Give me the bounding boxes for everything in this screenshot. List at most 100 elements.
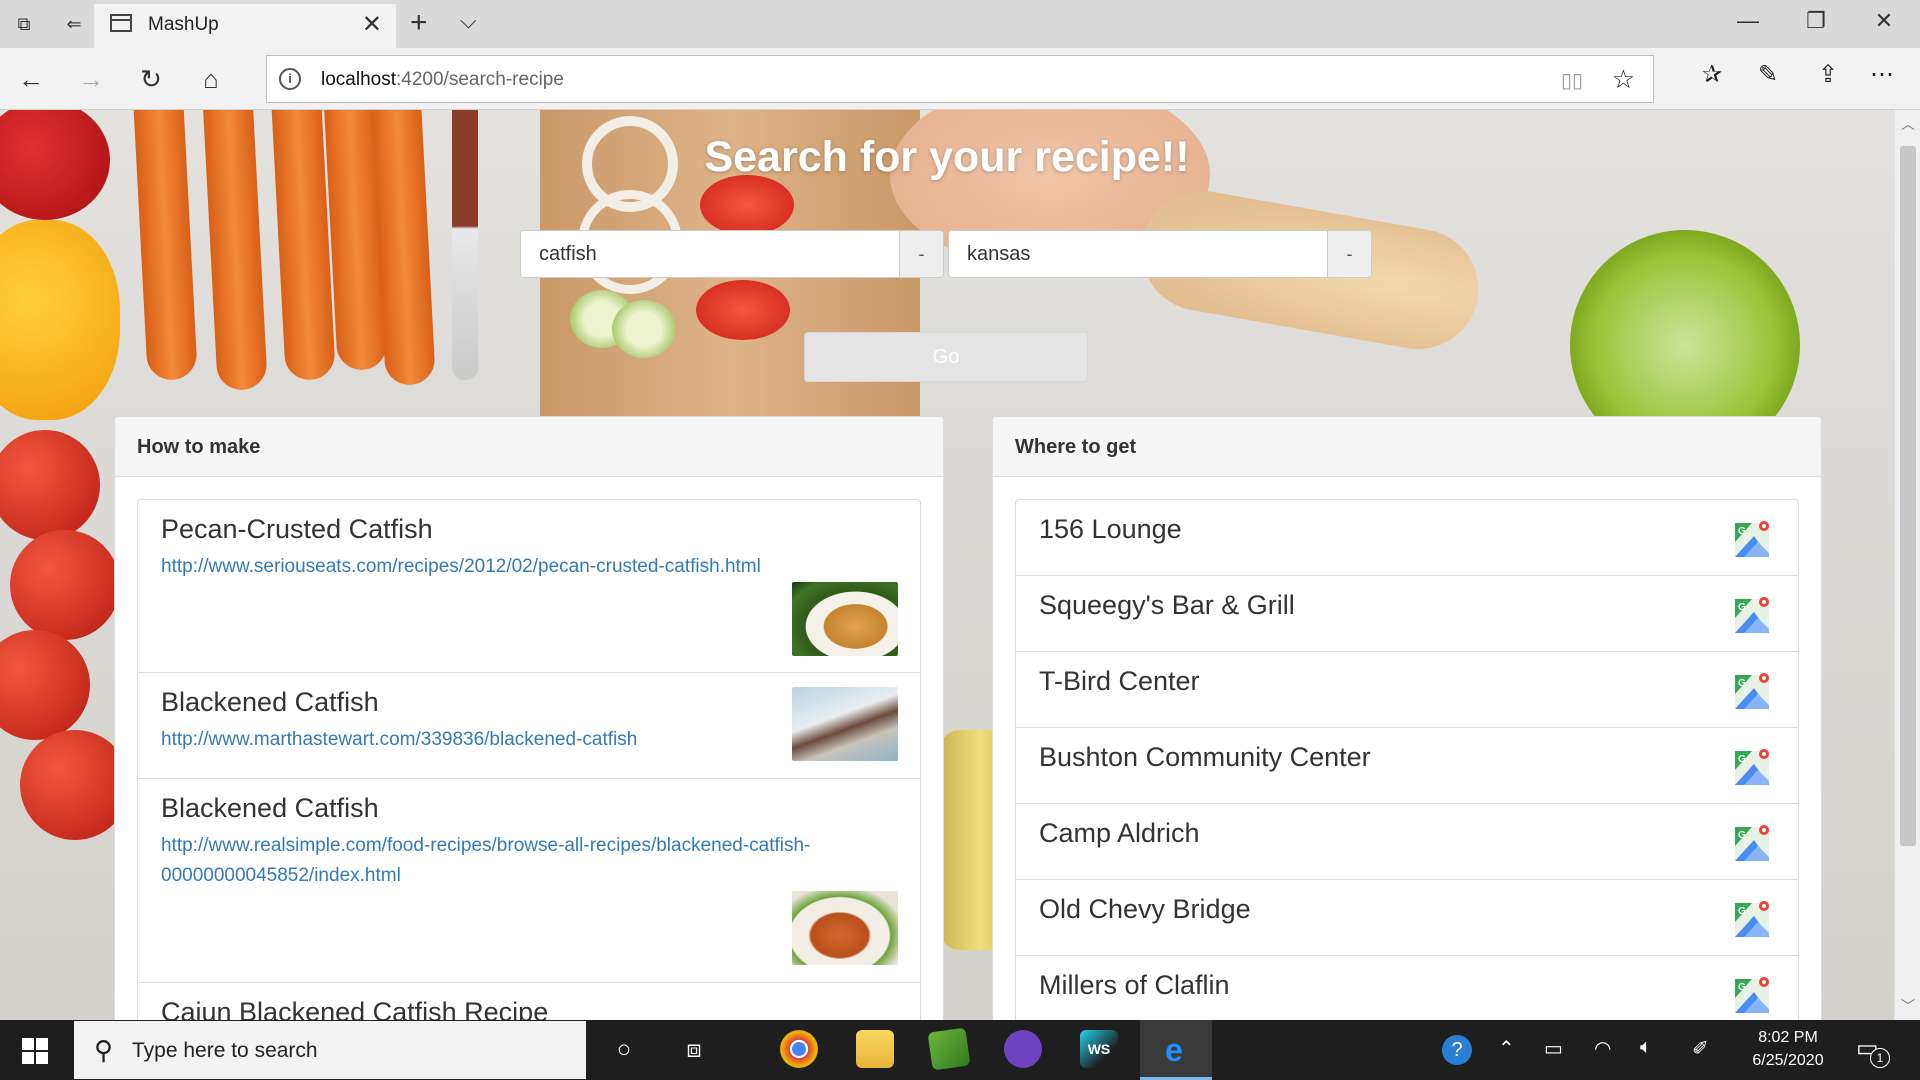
recipe-title: Blackened Catfish bbox=[161, 793, 379, 823]
chrome-icon[interactable] bbox=[780, 1030, 818, 1068]
browser-tab-mashup[interactable]: MashUp ✕ bbox=[94, 4, 396, 48]
taskbar-search-box[interactable]: ⚲ Type here to search bbox=[74, 1021, 586, 1079]
more-menu-icon[interactable]: ⋯ bbox=[1862, 60, 1902, 89]
notepad-plus-icon[interactable] bbox=[927, 1027, 971, 1071]
place-list: 156 Lounge G Squeegy's Bar & Grill G T-B… bbox=[1015, 499, 1799, 1020]
restore-button[interactable]: ❐ bbox=[1796, 8, 1836, 34]
address-bar[interactable]: i localhost:4200/search-recipe ▯▯ ☆ bbox=[266, 55, 1654, 103]
background-photo-tomato bbox=[0, 430, 100, 540]
action-center-icon[interactable]: ▭ 1 bbox=[1856, 1034, 1890, 1068]
show-hidden-icons-chevron[interactable]: ⌃ bbox=[1498, 1036, 1515, 1061]
place-name: Millers of Claflin bbox=[1039, 970, 1230, 1000]
svg-text:G: G bbox=[1738, 526, 1746, 537]
windows-start-icon[interactable] bbox=[22, 1038, 48, 1064]
recipe-item: Pecan-Crusted Catfish http://www.serious… bbox=[137, 499, 921, 673]
location-clear-button[interactable]: - bbox=[1328, 230, 1372, 278]
scrollbar-thumb[interactable] bbox=[1900, 146, 1916, 846]
google-maps-icon[interactable]: G bbox=[1734, 976, 1772, 1014]
google-maps-icon[interactable]: G bbox=[1734, 596, 1772, 634]
set-aside-tabs-icon[interactable]: ⇐ bbox=[60, 10, 88, 38]
site-info-icon[interactable]: i bbox=[279, 68, 301, 90]
background-photo-tomato bbox=[0, 630, 90, 740]
close-tab-icon[interactable]: ✕ bbox=[362, 10, 382, 39]
svg-text:G: G bbox=[1738, 830, 1746, 841]
favorites-icon[interactable]: ✰ bbox=[1692, 60, 1732, 89]
google-maps-icon[interactable]: G bbox=[1734, 672, 1772, 710]
svg-text:G: G bbox=[1738, 754, 1746, 765]
scroll-down-icon[interactable]: ﹀ bbox=[1895, 996, 1920, 1016]
browser-toolbar: ← → ↻ ⌂ i localhost:4200/search-recipe ▯… bbox=[0, 48, 1920, 110]
recipe-search-input[interactable] bbox=[520, 230, 900, 278]
recipe-clear-button[interactable]: - bbox=[900, 230, 944, 278]
home-button[interactable]: ⌂ bbox=[194, 62, 228, 96]
svg-text:G: G bbox=[1738, 982, 1746, 993]
recipe-item: Blackened Catfish http://www.marthastewa… bbox=[137, 672, 921, 779]
windows-taskbar: ⚲ Type here to search ○ ⧈ WS e ? ⌃ ▭ ◠ 🔈… bbox=[0, 1020, 1920, 1080]
recipe-list: Pecan-Crusted Catfish http://www.serious… bbox=[137, 499, 921, 1020]
file-explorer-icon[interactable] bbox=[856, 1030, 894, 1068]
url-text[interactable]: localhost:4200/search-recipe bbox=[321, 69, 564, 91]
battery-icon[interactable]: ▭ bbox=[1544, 1036, 1563, 1061]
add-favorite-star-icon[interactable]: ☆ bbox=[1612, 64, 1635, 95]
recipe-link[interactable]: http://www.realsimple.com/food-recipes/b… bbox=[161, 831, 881, 891]
forward-button[interactable]: → bbox=[74, 62, 108, 96]
recipe-item: Cajun Blackened Catfish Recipe bbox=[137, 982, 921, 1020]
google-maps-icon[interactable]: G bbox=[1734, 520, 1772, 558]
location-search-input[interactable] bbox=[948, 230, 1328, 278]
page-scrollbar[interactable]: ︿ ﹀ bbox=[1894, 110, 1920, 1020]
page-icon bbox=[110, 14, 132, 32]
taskbar-clock[interactable]: 8:02 PM 6/25/2020 bbox=[1740, 1026, 1836, 1072]
refresh-button[interactable]: ↻ bbox=[134, 62, 168, 96]
cortana-icon[interactable]: ○ bbox=[606, 1032, 642, 1068]
go-button[interactable]: Go bbox=[804, 332, 1088, 382]
recipe-title: Blackened Catfish bbox=[161, 687, 379, 717]
recipe-thumbnail bbox=[792, 582, 898, 656]
svg-text:G: G bbox=[1738, 906, 1746, 917]
place-name: Camp Aldrich bbox=[1039, 818, 1200, 848]
google-maps-icon[interactable]: G bbox=[1734, 824, 1772, 862]
new-tab-button[interactable]: + bbox=[410, 6, 428, 40]
wifi-icon[interactable]: ◠ bbox=[1594, 1036, 1611, 1061]
browser-tab-strip: ⧉ ⇐ MashUp ✕ + ⌵ — ❐ ✕ bbox=[0, 0, 1920, 48]
help-icon[interactable]: ? bbox=[1442, 1035, 1472, 1065]
recipe-link[interactable]: http://www.marthastewart.com/339836/blac… bbox=[161, 725, 881, 755]
clock-time: 8:02 PM bbox=[1758, 1029, 1818, 1046]
minimize-button[interactable]: — bbox=[1728, 8, 1768, 34]
reading-view-icon[interactable]: ▯▯ bbox=[1561, 68, 1583, 93]
recipe-title: Pecan-Crusted Catfish bbox=[161, 514, 433, 544]
background-photo-cucumber-slice bbox=[612, 300, 676, 358]
place-item: Millers of Claflin G bbox=[1015, 955, 1799, 1020]
place-name: 156 Lounge bbox=[1039, 514, 1182, 544]
background-photo-tomato bbox=[10, 530, 120, 640]
google-maps-icon[interactable]: G bbox=[1734, 900, 1772, 938]
place-name: T-Bird Center bbox=[1039, 666, 1200, 696]
background-photo-pepper bbox=[0, 220, 120, 420]
place-name: Bushton Community Center bbox=[1039, 742, 1371, 772]
pen-workspace-icon[interactable]: ✐ bbox=[1692, 1036, 1709, 1061]
recipe-item: Blackened Catfish http://www.realsimple.… bbox=[137, 778, 921, 983]
scroll-up-icon[interactable]: ︿ bbox=[1895, 114, 1920, 134]
pen-notes-icon[interactable]: ✎ bbox=[1748, 60, 1788, 89]
github-desktop-icon[interactable] bbox=[1004, 1030, 1042, 1068]
recipe-thumbnail bbox=[792, 891, 898, 965]
google-maps-icon[interactable]: G bbox=[1734, 748, 1772, 786]
tab-title: MashUp bbox=[148, 14, 219, 35]
back-button[interactable]: ← bbox=[14, 62, 48, 96]
recipe-title: Cajun Blackened Catfish Recipe bbox=[161, 997, 549, 1020]
tab-list-chevron-icon[interactable]: ⌵ bbox=[460, 8, 477, 34]
webstorm-icon[interactable]: WS bbox=[1080, 1030, 1118, 1068]
recipe-thumbnail bbox=[792, 687, 898, 761]
where-to-get-heading: Where to get bbox=[993, 417, 1821, 477]
edge-icon[interactable]: e bbox=[1156, 1032, 1192, 1068]
how-to-make-panel: How to make Pecan-Crusted Catfish http:/… bbox=[114, 416, 944, 1020]
share-icon[interactable]: ⇪ bbox=[1808, 60, 1848, 89]
place-item: 156 Lounge G bbox=[1015, 499, 1799, 576]
volume-icon[interactable]: 🔈︎ bbox=[1640, 1036, 1652, 1059]
tab-actions-icon[interactable]: ⧉ bbox=[10, 10, 38, 38]
svg-text:G: G bbox=[1738, 602, 1746, 613]
close-window-button[interactable]: ✕ bbox=[1864, 8, 1904, 34]
task-view-icon[interactable]: ⧈ bbox=[676, 1032, 712, 1068]
place-item: Old Chevy Bridge G bbox=[1015, 879, 1799, 956]
recipe-link[interactable]: http://www.seriouseats.com/recipes/2012/… bbox=[161, 552, 881, 582]
how-to-make-heading: How to make bbox=[115, 417, 943, 477]
